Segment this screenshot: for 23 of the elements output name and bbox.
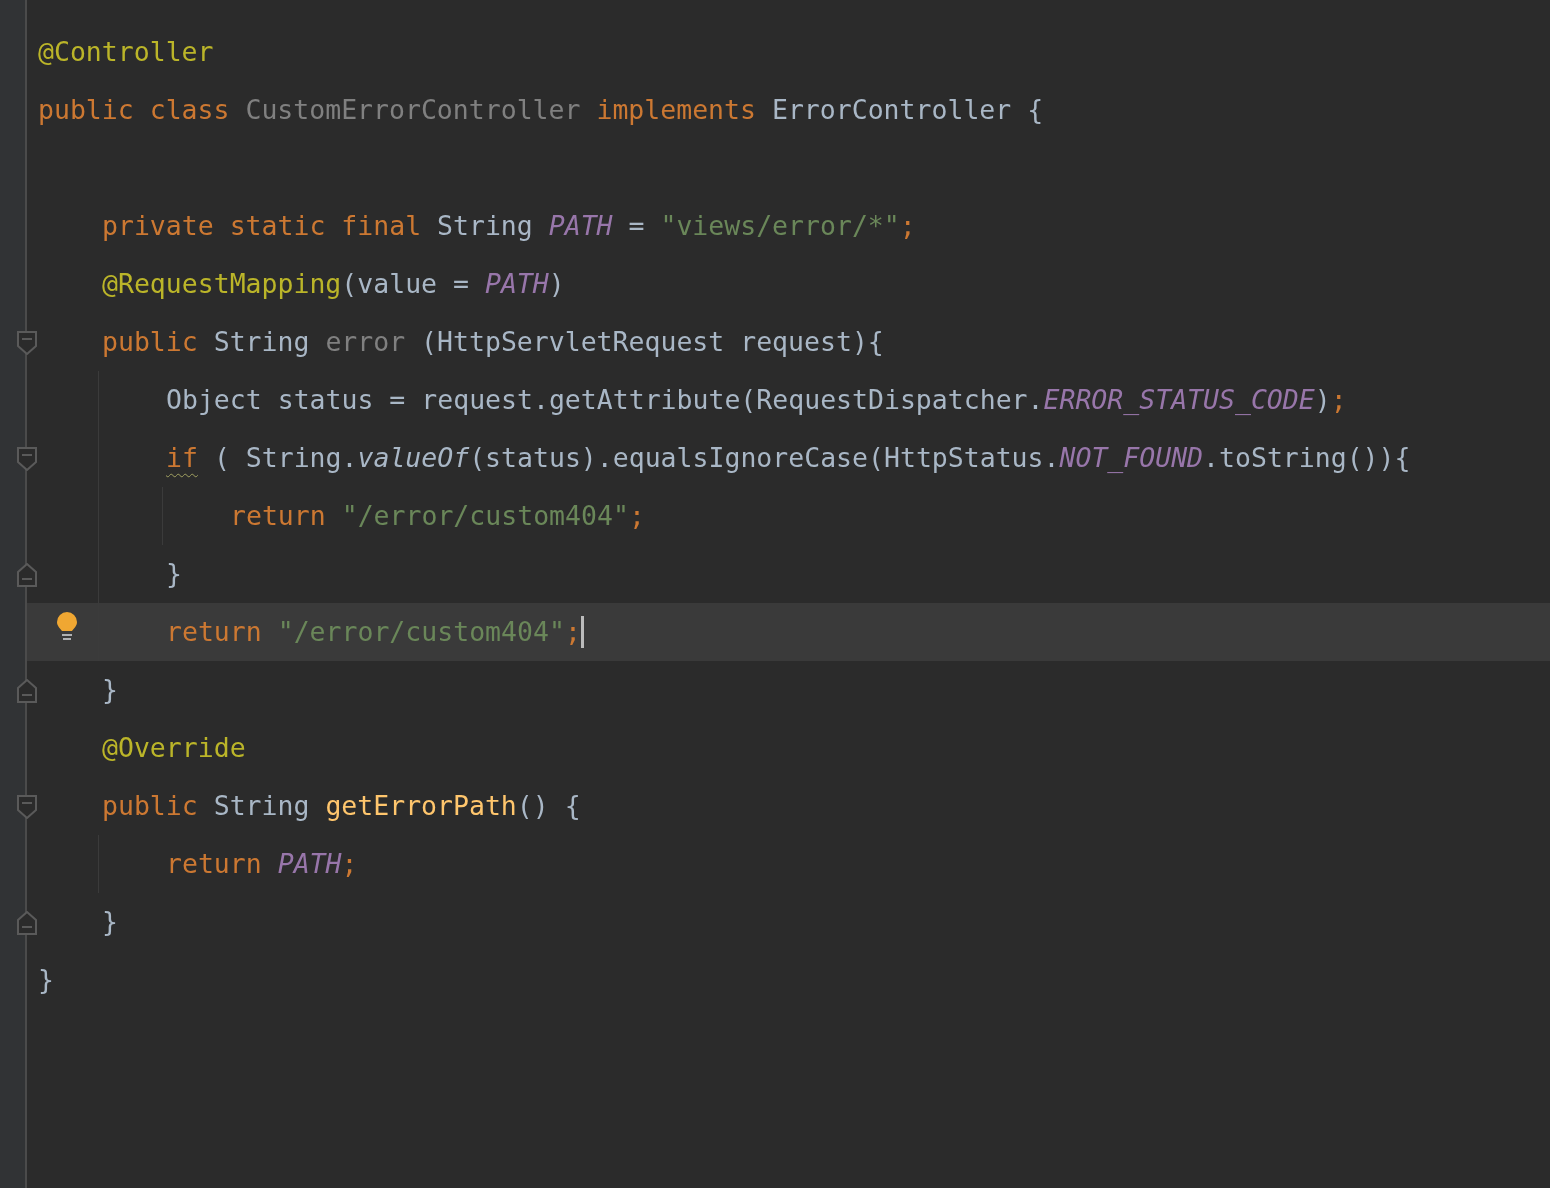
code-line: @Override — [102, 731, 246, 765]
code-line: return "/error/custom404"; — [230, 499, 645, 533]
code-line: @RequestMapping(value = PATH) — [102, 267, 565, 301]
code-line: } — [102, 673, 118, 707]
fold-marker-icon[interactable] — [17, 911, 37, 935]
fold-marker-icon[interactable] — [17, 795, 37, 819]
fold-marker-icon[interactable] — [17, 679, 37, 703]
code-line: public class CustomErrorController implements ErrorController { — [38, 93, 1044, 127]
code-line: } — [102, 905, 118, 939]
code-line: } — [166, 557, 182, 591]
code-line: Object status = request.getAttribute(RequestDispatcher.ERROR_STATUS_CODE); — [166, 383, 1347, 417]
code-line: return PATH; — [166, 847, 358, 881]
code-line: @Controller — [38, 35, 214, 69]
code-line: public String getErrorPath() { — [102, 789, 581, 823]
fold-marker-icon[interactable] — [17, 331, 37, 355]
code-line: if ( String.valueOf(status).equalsIgnoreCase(HttpStatus.NOT_FOUND.toString()){ — [166, 441, 1411, 475]
fold-marker-icon[interactable] — [17, 563, 37, 587]
code-line: } — [38, 963, 54, 997]
lightbulb-icon[interactable] — [56, 611, 78, 643]
code-line: return "/error/custom404"; — [166, 615, 581, 649]
code-line: public String error (HttpServletRequest request){ — [102, 325, 884, 359]
code-line: private static final String PATH = "views/error/*"; — [102, 209, 916, 243]
fold-marker-icon[interactable] — [17, 447, 37, 471]
